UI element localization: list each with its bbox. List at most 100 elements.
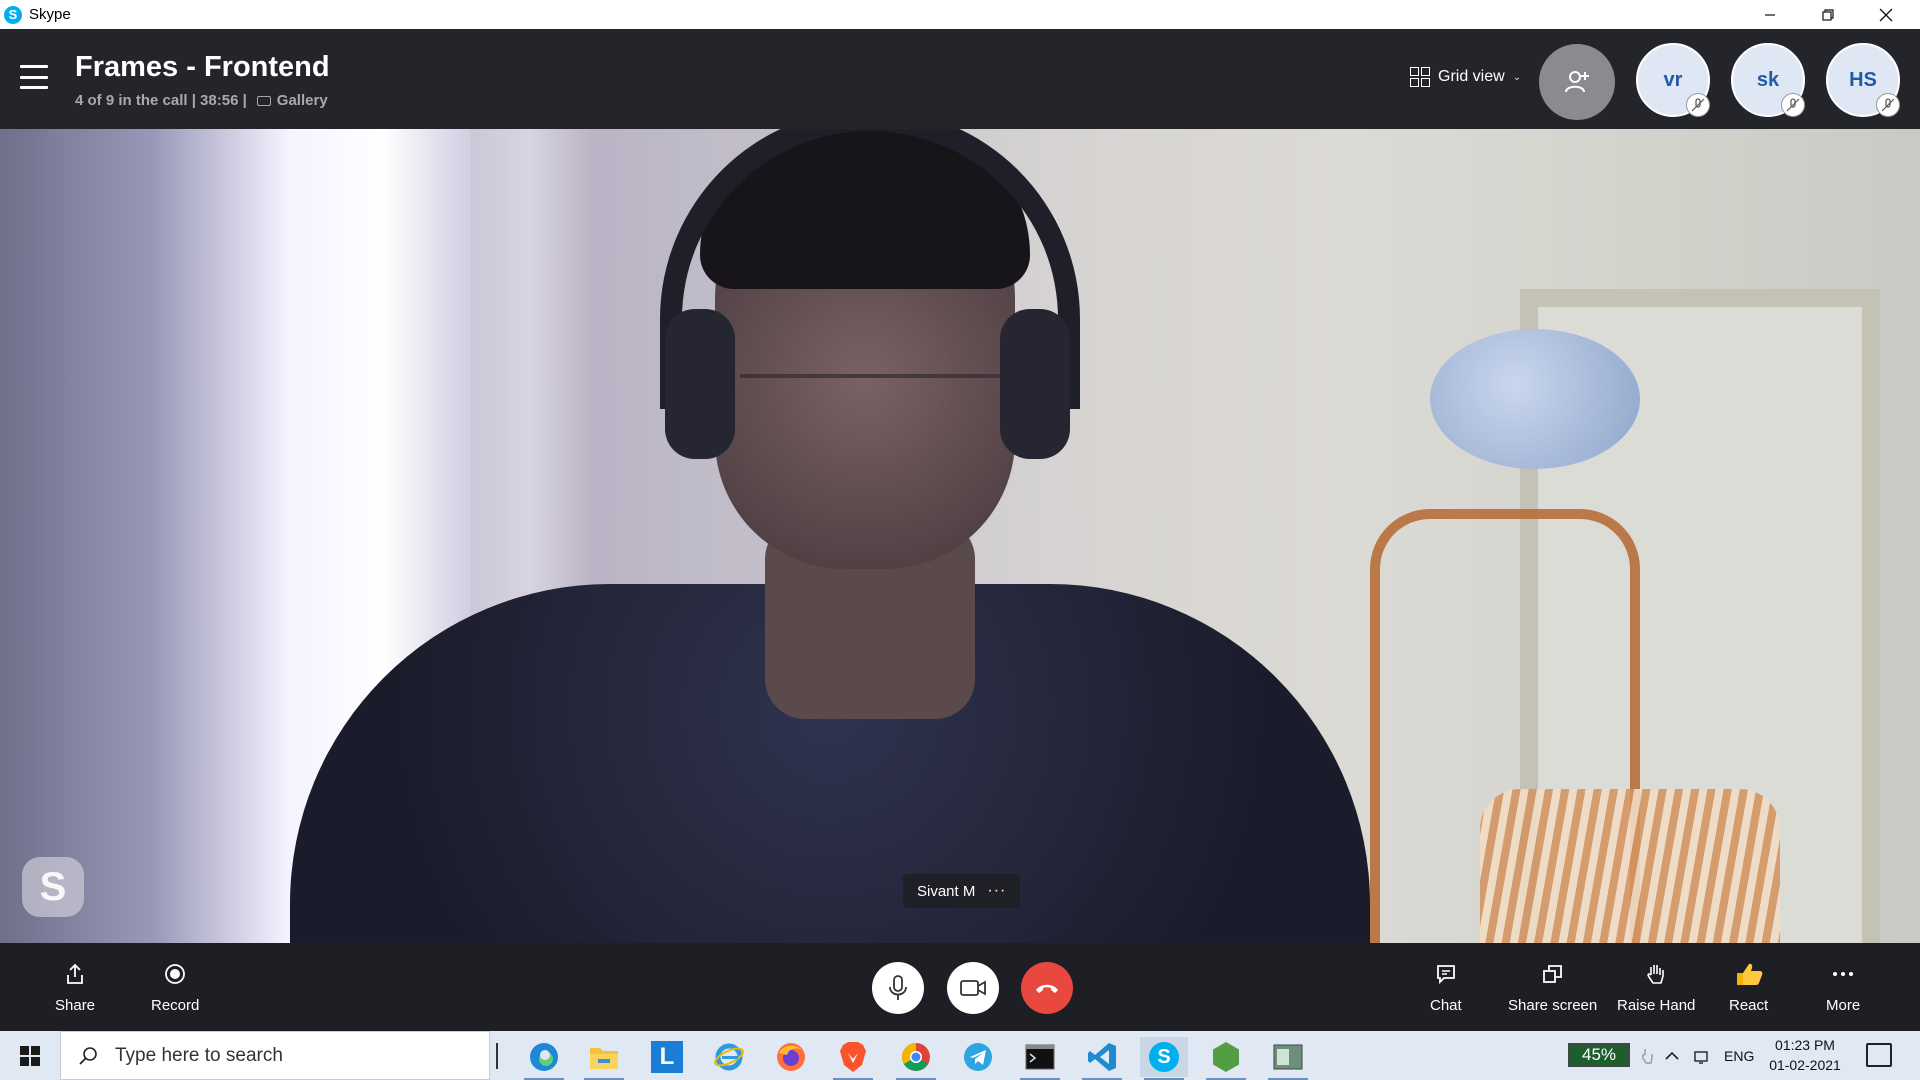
touch-icon[interactable]	[1640, 1031, 1654, 1080]
background-swing-seat	[1480, 789, 1780, 943]
record-button[interactable]: Record	[151, 961, 199, 1014]
participants-status: 4 of 9 in the call | 38:56 |	[75, 92, 247, 109]
grid-icon	[1410, 67, 1430, 87]
muted-mic-icon	[1876, 93, 1900, 117]
more-options-icon[interactable]: ···	[987, 882, 1006, 900]
share-button[interactable]: Share	[55, 961, 95, 1014]
l-app-letter: L	[651, 1041, 683, 1073]
video-feed[interactable]: S Sivant M ···	[0, 129, 1920, 943]
raise-hand-button[interactable]: Raise Hand	[1617, 961, 1695, 1014]
search-placeholder: Type here to search	[115, 1044, 283, 1066]
window-app-icon[interactable]	[1264, 1037, 1312, 1080]
windows-taskbar: Type here to search L S 45% ENG 01:23 PM…	[0, 1031, 1920, 1080]
call-controls-bar: Share Record Chat Share screen Raise Han…	[0, 943, 1920, 1031]
app-title: Skype	[29, 6, 71, 23]
hang-up-icon	[1036, 984, 1058, 993]
share-screen-label: Share screen	[1508, 997, 1598, 1014]
call-status: 4 of 9 in the call | 38:56 | Gallery	[75, 92, 328, 109]
thumbs-up-emoji-icon	[1734, 961, 1764, 987]
minimize-button[interactable]	[1741, 0, 1799, 29]
close-button[interactable]	[1857, 0, 1915, 29]
share-label: Share	[55, 997, 96, 1014]
chat-icon	[1435, 961, 1457, 987]
gallery-label[interactable]: Gallery	[277, 92, 328, 109]
chevron-down-icon: ⌄	[1512, 71, 1522, 83]
chrome-icon[interactable]	[892, 1037, 940, 1080]
skype-taskbar-icon[interactable]: S	[1140, 1037, 1188, 1080]
add-person-button[interactable]	[1539, 44, 1615, 120]
react-label: React	[1729, 997, 1769, 1014]
skype-icon: S	[1149, 1042, 1179, 1072]
call-title: Frames - Frontend	[75, 51, 330, 83]
end-call-button[interactable]	[1021, 962, 1073, 1014]
camera-icon	[960, 980, 986, 996]
muted-mic-icon	[1781, 93, 1805, 117]
language-indicator[interactable]: ENG	[1724, 1031, 1754, 1080]
skype-watermark-icon: S	[22, 857, 84, 917]
minimize-icon	[1765, 13, 1775, 16]
react-button[interactable]: React	[1729, 961, 1768, 1014]
glasses	[740, 374, 1000, 434]
clock-time: 01:23 PM	[1775, 1037, 1835, 1053]
headphone-earcup-right	[1000, 309, 1070, 459]
chat-button[interactable]: Chat	[1430, 961, 1462, 1014]
clock-date: 01-02-2021	[1769, 1057, 1841, 1073]
microphone-button[interactable]	[872, 962, 924, 1014]
record-icon	[164, 961, 186, 987]
add-person-icon	[1565, 71, 1589, 93]
avatar-initials: sk	[1756, 68, 1780, 91]
telegram-icon[interactable]	[954, 1037, 1002, 1077]
raise-hand-label: Raise Hand	[1617, 997, 1696, 1014]
l-app-icon[interactable]: L	[643, 1037, 691, 1077]
restore-button[interactable]	[1799, 0, 1857, 29]
network-icon[interactable]	[1692, 1031, 1710, 1080]
notification-icon[interactable]	[1866, 1043, 1892, 1067]
gallery-icon	[256, 95, 271, 106]
grid-view-button[interactable]: Grid view ⌄	[1410, 67, 1521, 87]
chat-label: Chat	[1430, 997, 1462, 1014]
share-screen-button[interactable]: Share screen	[1508, 961, 1597, 1014]
search-icon	[77, 1045, 99, 1067]
menu-icon[interactable]	[20, 65, 50, 89]
terminal-icon[interactable]	[1016, 1037, 1064, 1080]
taskbar-clock[interactable]: 01:23 PM 01-02-2021	[1760, 1035, 1850, 1075]
participant-avatar[interactable]: sk	[1731, 43, 1805, 117]
grid-view-label: Grid view	[1438, 68, 1505, 85]
more-label: More	[1826, 997, 1861, 1014]
firefox-icon[interactable]	[767, 1037, 815, 1077]
participant-avatar[interactable]: vr	[1636, 43, 1710, 117]
taskbar-divider	[496, 1043, 498, 1069]
raise-hand-icon	[1645, 961, 1667, 987]
muted-mic-icon	[1686, 93, 1710, 117]
file-explorer-icon[interactable]	[580, 1037, 628, 1080]
more-dots-icon	[1832, 961, 1854, 987]
skype-icon: S	[4, 5, 22, 24]
headphone-earcup-left	[665, 309, 735, 459]
chevron-up-icon[interactable]	[1664, 1031, 1680, 1080]
record-label: Record	[151, 997, 200, 1014]
taskbar-search-box[interactable]: Type here to search	[60, 1031, 490, 1080]
background-cushion	[1430, 329, 1640, 469]
microphone-icon	[889, 975, 907, 1000]
skype-window: S Skype Frames - Frontend 4 of 9 in the …	[0, 0, 1920, 1080]
speaker-name-tag[interactable]: Sivant M ···	[903, 874, 1021, 908]
call-header: Frames - Frontend 4 of 9 in the call | 3…	[0, 29, 1920, 129]
vscode-icon[interactable]	[1078, 1037, 1126, 1080]
node-icon[interactable]	[1202, 1037, 1250, 1080]
edge-icon[interactable]	[520, 1037, 568, 1080]
share-screen-icon	[1542, 961, 1564, 987]
start-button[interactable]	[0, 1031, 60, 1080]
close-icon	[1879, 8, 1893, 21]
title-bar: S Skype	[0, 0, 1920, 29]
brave-icon[interactable]	[829, 1037, 877, 1080]
more-button[interactable]: More	[1826, 961, 1860, 1014]
share-icon	[65, 961, 85, 987]
camera-button[interactable]	[947, 962, 999, 1014]
avatar-initials: HS	[1849, 68, 1877, 91]
internet-explorer-icon[interactable]	[705, 1037, 753, 1077]
windows-logo-icon	[20, 1045, 40, 1066]
restore-icon	[1822, 8, 1834, 21]
avatar-initials: vr	[1663, 68, 1683, 91]
battery-indicator[interactable]: 45%	[1568, 1043, 1630, 1067]
participant-avatar[interactable]: HS	[1826, 43, 1900, 117]
